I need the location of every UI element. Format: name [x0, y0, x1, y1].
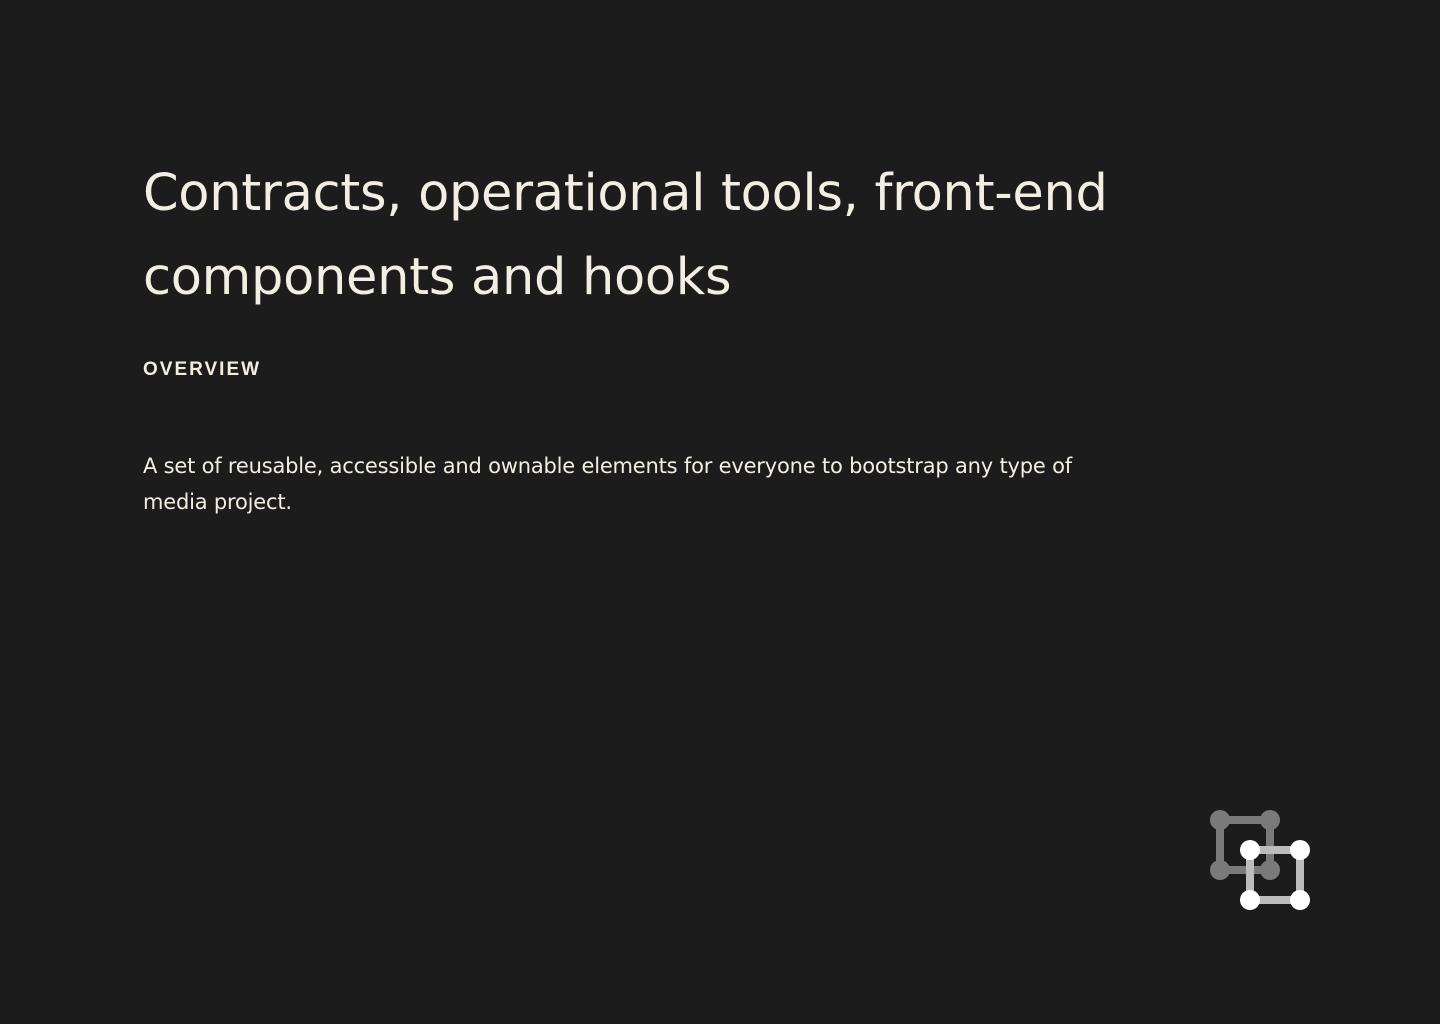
linked-squares-logo-icon: [1206, 806, 1314, 914]
section-label-overview: OVERVIEW: [143, 359, 262, 380]
overview-description: A set of reusable, accessible and ownabl…: [143, 454, 1072, 514]
hero-section: Contracts, operational tools, front-end …: [143, 152, 1183, 520]
page-title: Contracts, operational tools, front-end …: [143, 164, 1108, 307]
